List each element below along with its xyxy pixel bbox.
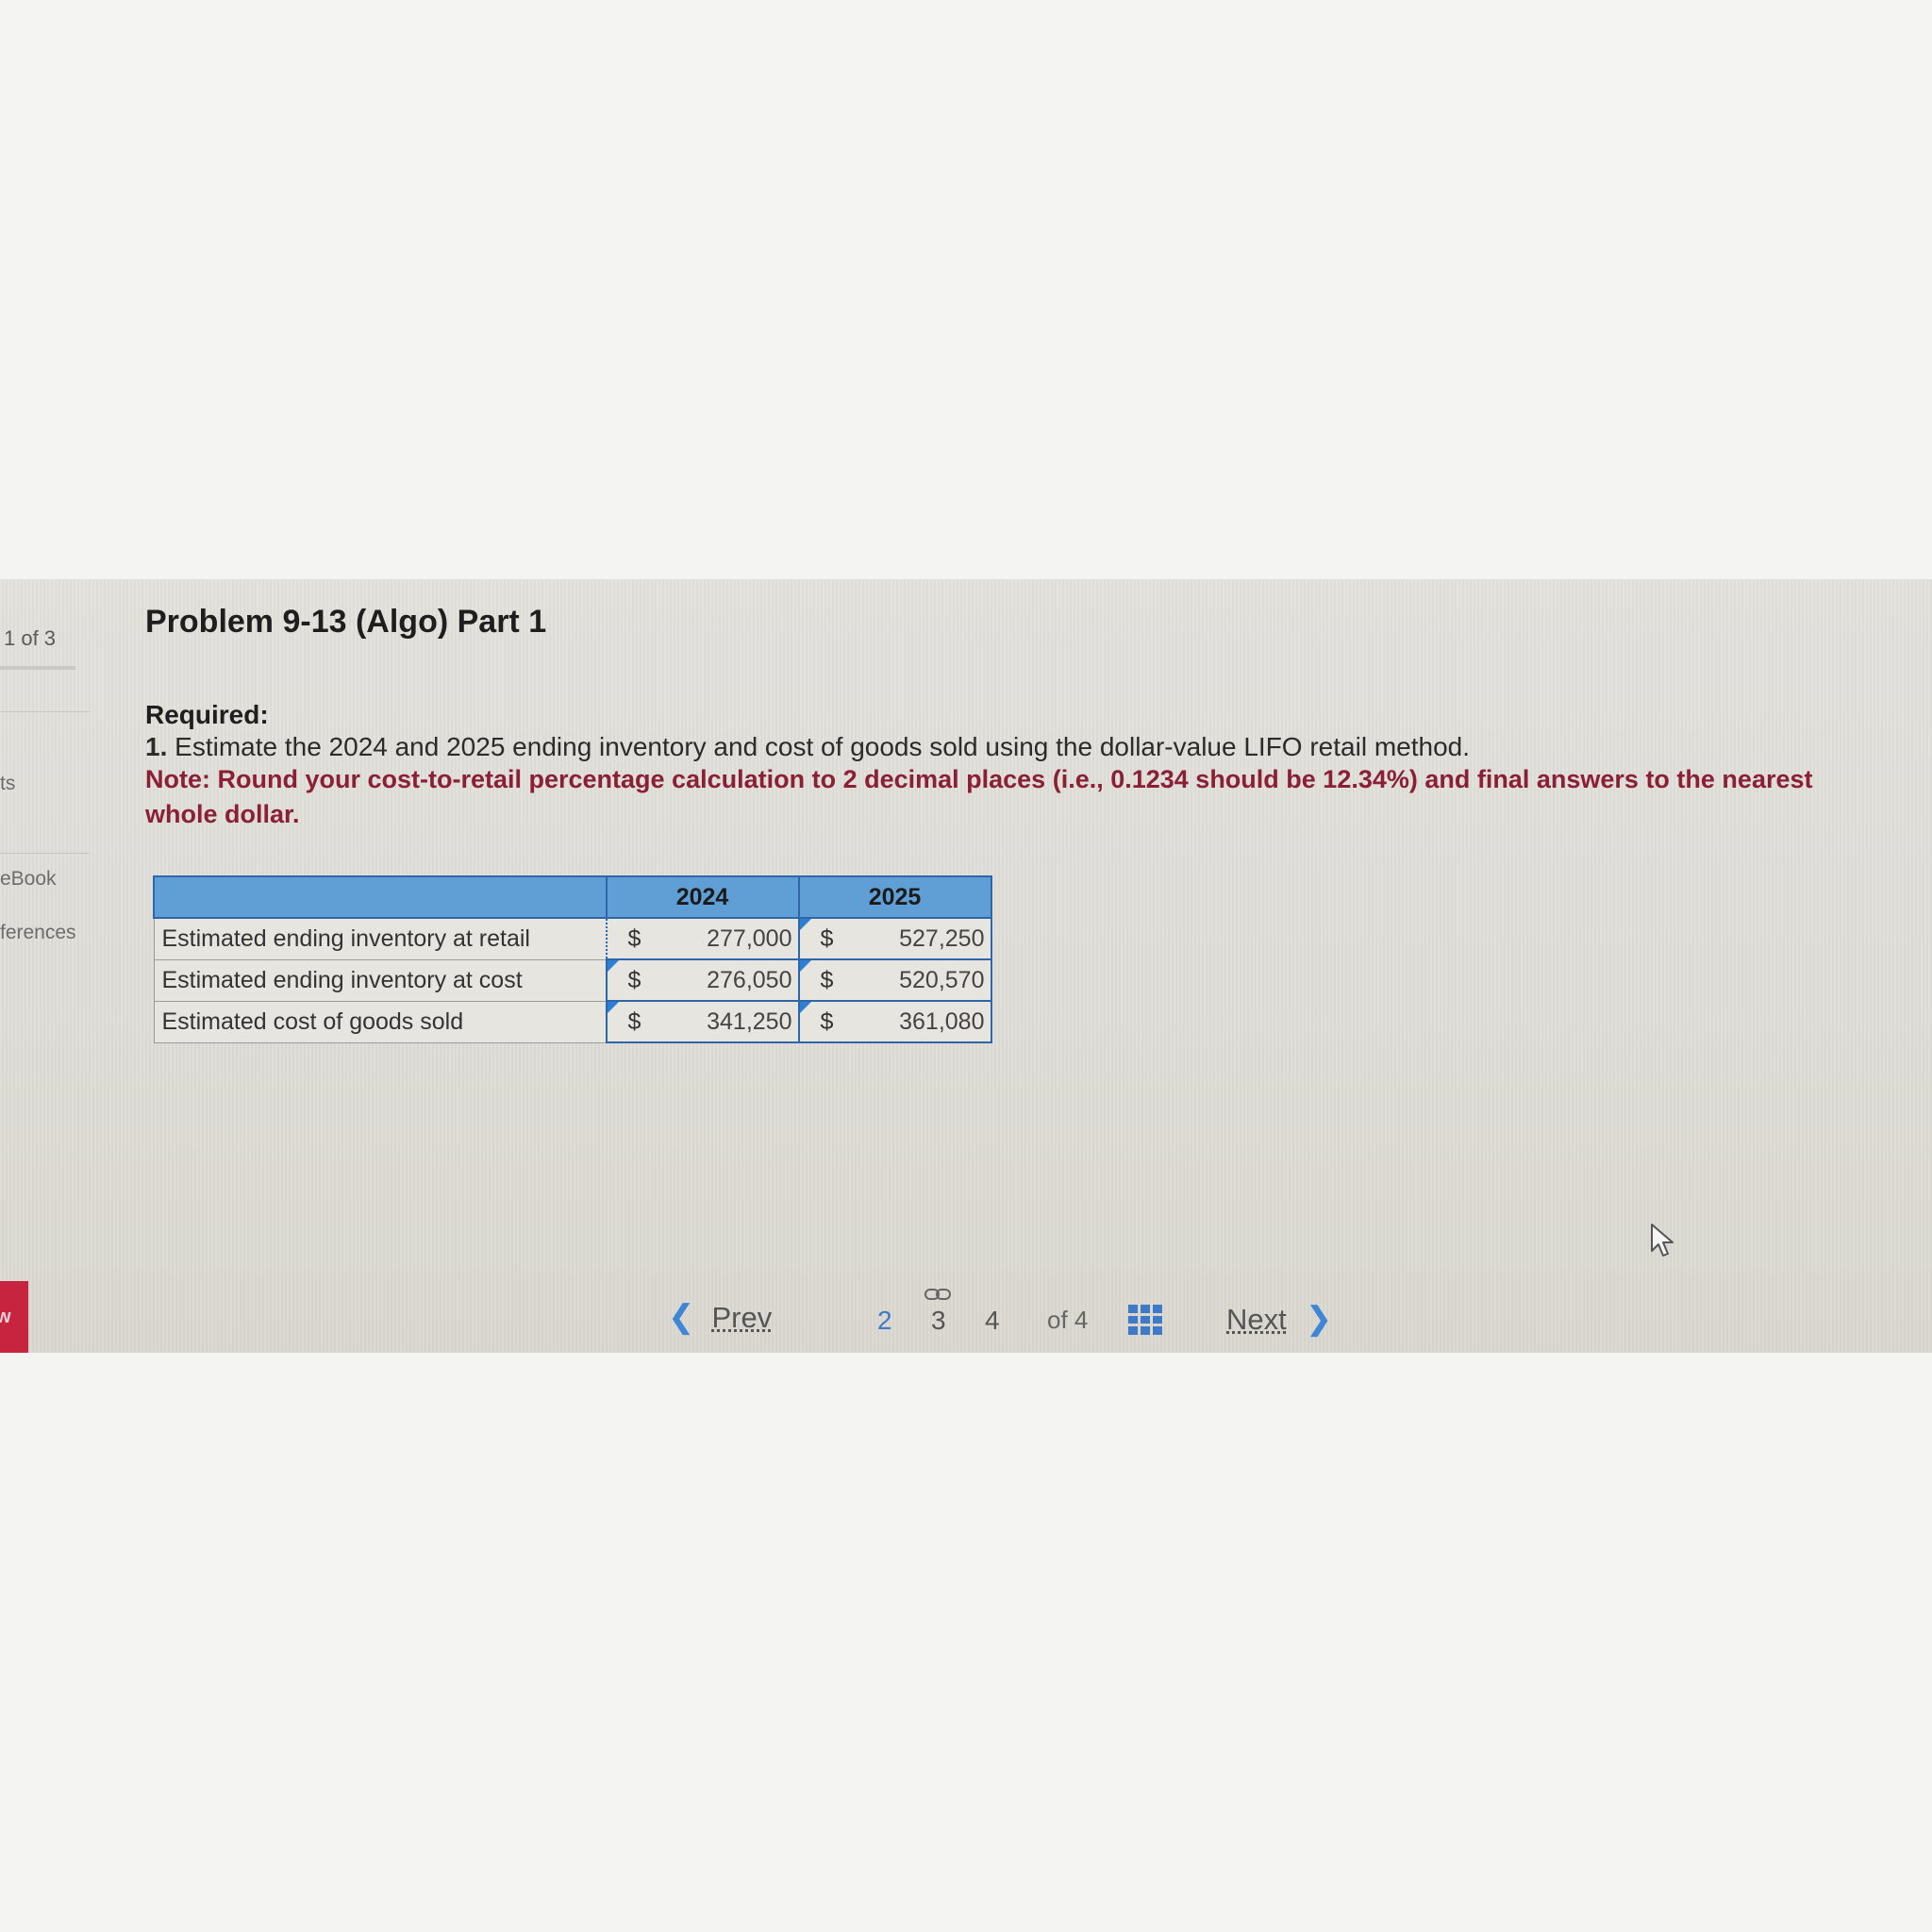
next-label: Next — [1226, 1303, 1287, 1336]
row-label: Estimated ending inventory at retail — [153, 917, 607, 960]
amount-value: 520,570 — [899, 966, 985, 993]
header-2025: 2025 — [797, 875, 992, 919]
sidebar-item-ts[interactable]: ts — [0, 773, 15, 795]
amount-value: 277,000 — [707, 924, 792, 952]
entered-indicator-icon — [799, 960, 811, 972]
dollar-sign: $ — [627, 924, 641, 952]
sidebar-divider — [0, 711, 90, 712]
header-label — [153, 875, 608, 919]
entered-indicator-icon — [607, 1002, 619, 1013]
page-2-link[interactable]: 2 — [877, 1306, 892, 1336]
next-button[interactable]: Next ❯ — [1226, 1300, 1332, 1338]
dollar-sign: $ — [627, 1008, 641, 1035]
amount-value: 361,080 — [899, 1008, 985, 1035]
amount-value: 527,250 — [899, 924, 985, 952]
table-row: Estimated ending inventory at retail $27… — [153, 917, 992, 960]
input-2025-cost[interactable]: $520,570 — [797, 958, 992, 1002]
input-2025-cogs[interactable]: $361,080 — [797, 1000, 992, 1043]
required-label: Required: — [145, 700, 269, 729]
entered-indicator-icon — [799, 1002, 811, 1013]
page-total: of 4 — [1047, 1306, 1089, 1334]
input-2025-retail[interactable]: $527,250 — [797, 917, 992, 960]
input-2024-retail[interactable]: $277,000 — [605, 917, 800, 960]
sidebar-item-ebook[interactable]: eBook — [0, 868, 57, 891]
input-2024-cost[interactable]: $276,050 — [605, 958, 800, 1002]
grid-icon[interactable] — [1128, 1305, 1162, 1335]
entered-indicator-icon — [799, 919, 811, 930]
mouse-cursor-icon — [1651, 1224, 1674, 1257]
sidebar-red-button[interactable]: w — [0, 1281, 28, 1353]
table-row: Estimated ending inventory at cost $276,… — [153, 958, 992, 1002]
requirement-body: Estimate the 2024 and 2025 ending invent… — [167, 732, 1470, 761]
page-3-link[interactable]: 3 — [931, 1306, 946, 1336]
chevron-left-icon: ❮ — [668, 1299, 695, 1335]
dollar-sign: $ — [820, 966, 834, 993]
page-4-link[interactable]: 4 — [985, 1306, 1000, 1336]
app-screen: 1 of 3 ts eBook ferences w Problem 9-13 … — [0, 579, 1932, 1353]
input-2024-cogs[interactable]: $341,250 — [605, 1000, 800, 1043]
counter-underline — [0, 666, 75, 670]
requirement-text: 1. Estimate the 2024 and 2025 ending inv… — [145, 732, 1470, 762]
prev-button[interactable]: ❮ Prev — [668, 1298, 772, 1336]
sidebar-divider — [0, 853, 90, 854]
question-counter: 1 of 3 — [4, 626, 57, 650]
rounding-note: Note: Round your cost-to-retail percenta… — [145, 765, 1813, 828]
sidebar-item-references[interactable]: ferences — [0, 922, 76, 944]
dollar-sign: $ — [820, 924, 834, 952]
dollar-sign: $ — [627, 966, 641, 993]
chevron-right-icon: ❯ — [1305, 1301, 1333, 1337]
problem-title: Problem 9-13 (Algo) Part 1 — [145, 604, 547, 640]
row-label: Estimated cost of goods sold — [153, 1000, 607, 1043]
amount-value: 276,050 — [707, 966, 792, 993]
dollar-sign: $ — [820, 1008, 834, 1035]
answer-table: 2024 2025 Estimated ending inventory at … — [153, 875, 992, 1043]
table-header-row: 2024 2025 — [153, 875, 992, 919]
row-label: Estimated ending inventory at cost — [153, 958, 607, 1002]
requirement-number: 1. — [145, 732, 168, 761]
header-2024: 2024 — [605, 875, 800, 919]
prev-label: Prev — [711, 1301, 773, 1334]
amount-value: 341,250 — [707, 1008, 792, 1035]
table-row: Estimated cost of goods sold $341,250 $3… — [153, 1000, 992, 1043]
entered-indicator-icon — [607, 960, 619, 972]
link-icon — [924, 1289, 951, 1300]
